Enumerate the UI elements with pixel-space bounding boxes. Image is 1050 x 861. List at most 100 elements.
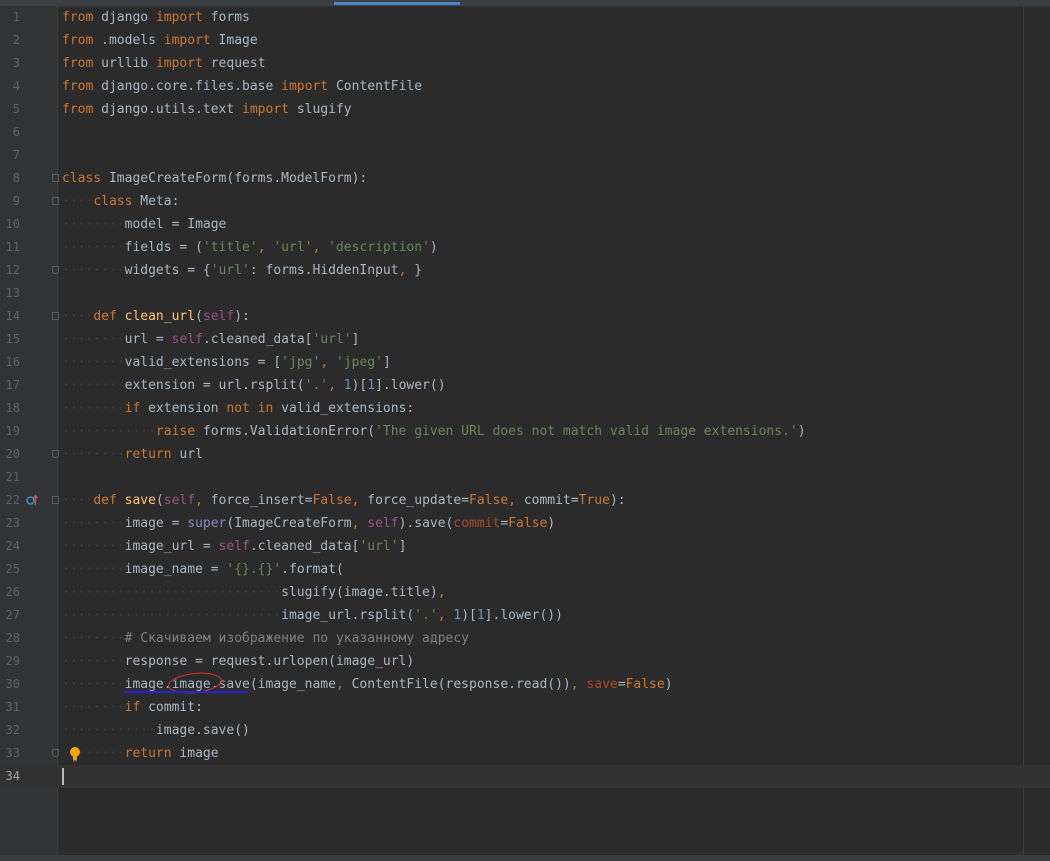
code-line[interactable]: 27 ····························image_url.…	[0, 604, 1050, 627]
active-tab-indicator	[334, 2, 460, 5]
code-token: save	[124, 493, 156, 508]
code-line[interactable]: 32 ············image.save()	[0, 719, 1050, 742]
indent-whitespace: ········	[62, 562, 125, 577]
code-token: Image	[210, 33, 258, 48]
code-line[interactable]: 2 from .models import Image	[0, 29, 1050, 52]
fold-marker-icon[interactable]	[52, 749, 59, 757]
code-line[interactable]: 22 ····def save(self, force_insert=False,…	[0, 489, 1050, 512]
indent-whitespace: ········	[62, 631, 125, 646]
code-line[interactable]: 4 from django.core.files.base import Cont…	[0, 75, 1050, 98]
fold-marker-icon[interactable]	[52, 312, 59, 320]
code-token: from	[62, 79, 94, 94]
line-number: 23	[5, 516, 20, 530]
code-token: if	[124, 700, 141, 715]
code-line[interactable]: 19 ············raise forms.ValidationErro…	[0, 420, 1050, 443]
code-line[interactable]: 24 ········image_url = self.cleaned_data[…	[0, 535, 1050, 558]
code-line[interactable]: 17 ········extension = url.rsplit('.', 1)…	[0, 374, 1050, 397]
code-line[interactable]: 9 ····class Meta:	[0, 190, 1050, 213]
code-token: commit=	[523, 493, 579, 508]
code-line[interactable]: 7	[0, 144, 1050, 167]
override-method-icon[interactable]	[26, 493, 38, 507]
fold-marker-icon[interactable]	[52, 174, 59, 182]
code-line[interactable]: 25 ········image_name = '{}.{}'.format(	[0, 558, 1050, 581]
code-token: request	[202, 56, 266, 71]
line-number: 15	[5, 332, 20, 346]
indent-whitespace: ····························	[62, 585, 282, 600]
line-number: 21	[5, 470, 20, 484]
line-number: 27	[5, 608, 20, 622]
code-line[interactable]: 31 ········if commit:	[0, 696, 1050, 719]
code-token: return	[124, 447, 172, 462]
code-token: self	[163, 493, 196, 508]
code-token: import	[242, 102, 289, 117]
line-number: 24	[5, 539, 20, 553]
code-line[interactable]: 21	[0, 466, 1050, 489]
code-token: commit:	[140, 700, 203, 715]
code-token: '{}.{}'	[226, 562, 282, 577]
code-token: valid_extensions = [	[124, 355, 282, 370]
code-line[interactable]: 23 ········image = super(ImageCreateForm,…	[0, 512, 1050, 535]
code-token: image.image.save(image_name	[124, 677, 336, 692]
code-line[interactable]: 11 ········fields = ('title', 'url', 'des…	[0, 236, 1050, 259]
indent-whitespace: ········	[62, 217, 125, 232]
fold-marker-icon[interactable]	[52, 450, 59, 458]
code-line[interactable]: 33 ········return image	[0, 742, 1050, 765]
fold-marker-icon[interactable]	[52, 266, 59, 274]
code-token: )	[797, 424, 806, 439]
code-token: 1	[367, 378, 376, 393]
code-token: 'The given URL does not match valid imag…	[375, 424, 798, 439]
code-token: django.utils.text	[93, 102, 243, 117]
code-line[interactable]: 5 from django.utils.text import slugify	[0, 98, 1050, 121]
code-text: ············image.save()	[62, 719, 250, 742]
code-token: not in	[226, 401, 274, 416]
line-number: 7	[12, 148, 20, 162]
code-token: False	[625, 677, 665, 692]
code-editor[interactable]: 1 from django import forms 2 from .models i…	[0, 6, 1050, 788]
code-line[interactable]: 15 ········url = self.cleaned_data['url']	[0, 328, 1050, 351]
code-text: from .models import Image	[62, 29, 258, 52]
code-line[interactable]: 10 ········model = Image	[0, 213, 1050, 236]
code-token: fields = (	[124, 240, 203, 255]
code-line[interactable]: 16 ········valid_extensions = ['jpg', 'jp…	[0, 351, 1050, 374]
code-token: self	[367, 516, 399, 531]
code-line[interactable]: 20 ········return url	[0, 443, 1050, 466]
line-number: 16	[5, 355, 20, 369]
code-token: )[	[351, 378, 368, 393]
code-line[interactable]: 6	[0, 121, 1050, 144]
code-line[interactable]: 29 ········response = request.urlopen(ima…	[0, 650, 1050, 673]
lightbulb-icon[interactable]	[68, 746, 82, 762]
code-token: )[	[461, 608, 477, 623]
line-number: 10	[5, 217, 20, 231]
fold-marker-icon[interactable]	[52, 197, 59, 205]
code-token: image_name =	[124, 562, 227, 577]
code-token: from	[62, 102, 94, 117]
code-token: .cleaned_data[	[202, 332, 313, 347]
line-number: 22	[5, 493, 20, 507]
code-line[interactable]: 8 class ImageCreateForm(forms.ModelForm):	[0, 167, 1050, 190]
code-line[interactable]: 26 ····························slugify(im…	[0, 581, 1050, 604]
code-line[interactable]: 13	[0, 282, 1050, 305]
code-line[interactable]: 14 ····def clean_url(self):	[0, 305, 1050, 328]
code-text: from django.utils.text import slugify	[62, 98, 352, 121]
code-token: ,	[320, 355, 336, 370]
code-line[interactable]: 34	[0, 765, 1050, 788]
code-token: django	[93, 10, 156, 25]
code-token: '.'	[304, 378, 329, 393]
code-line[interactable]: 28 ········# Скачиваем изображение по ука…	[0, 627, 1050, 650]
line-number: 5	[12, 102, 20, 116]
code-line[interactable]: 30 ········image.image.save(image_name, C…	[0, 670, 1050, 696]
code-line[interactable]: 18 ········if extension not in valid_exte…	[0, 397, 1050, 420]
code-line[interactable]: 1 from django import forms	[0, 6, 1050, 29]
code-token: self	[202, 309, 235, 324]
code-line[interactable]: 3 from urllib import request	[0, 52, 1050, 75]
code-token: image	[171, 746, 219, 761]
line-number: 8	[12, 171, 20, 185]
code-token: 'url'	[273, 240, 313, 255]
indent-whitespace: ····	[62, 194, 94, 209]
code-token: 'url'	[210, 263, 250, 278]
code-token: from	[62, 56, 94, 71]
code-token: False	[508, 516, 548, 531]
code-token: raise	[155, 424, 196, 439]
fold-marker-icon[interactable]	[52, 496, 59, 504]
code-line[interactable]: 12 ········widgets = {'url': forms.Hidden…	[0, 259, 1050, 282]
